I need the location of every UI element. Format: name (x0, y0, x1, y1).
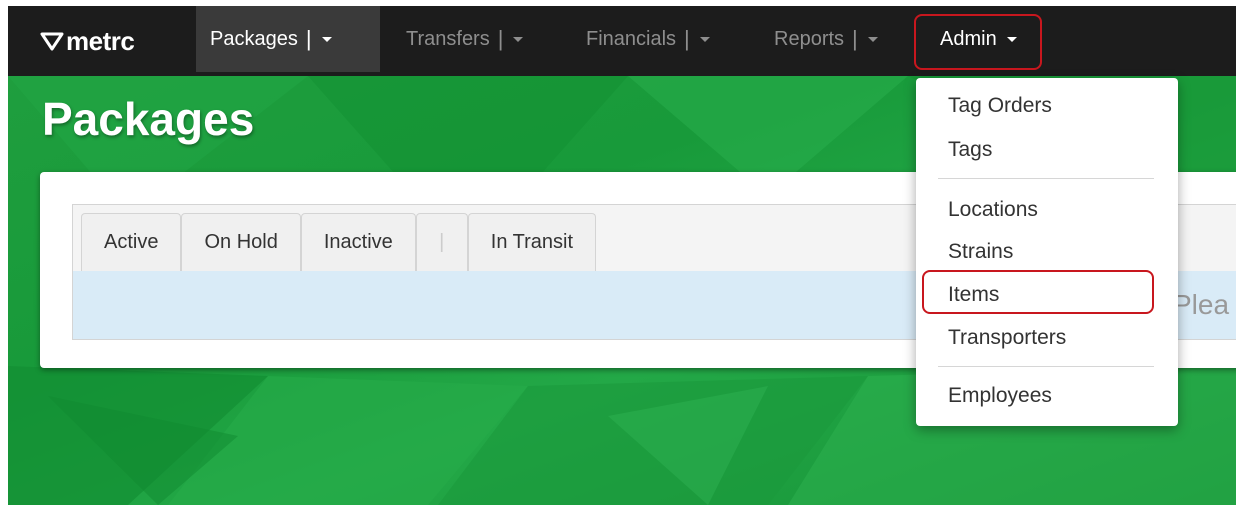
metrc-logo-icon (40, 32, 64, 51)
menu-item-employees[interactable]: Employees (948, 384, 1052, 408)
menu-item-tag-orders[interactable]: Tag Orders (948, 94, 1052, 118)
nav-packages[interactable]: Packages | (196, 6, 380, 72)
nav-separator: | (497, 26, 504, 51)
brand-name: metrc (66, 25, 135, 56)
tab-on-hold[interactable]: On Hold (181, 213, 301, 271)
nav-separator: | (852, 26, 858, 51)
caret-down-icon[interactable] (699, 36, 710, 42)
menu-divider (938, 178, 1154, 179)
menu-divider (938, 366, 1154, 367)
menu-item-tags[interactable]: Tags (948, 138, 992, 162)
tab-bar: Active On Hold Inactive | In Transit (81, 213, 597, 271)
tab-empty[interactable]: | (415, 213, 468, 271)
nav-transfers-label: Transfers (406, 27, 490, 50)
admin-highlight-outline (914, 14, 1042, 70)
menu-item-transporters[interactable]: Transporters (948, 326, 1066, 350)
page-title: Packages (42, 93, 255, 145)
top-navbar: metrc Packages | Transfers | Financials … (8, 6, 1236, 76)
nav-financials-label: Financials (586, 27, 677, 50)
tab-active[interactable]: Active (81, 213, 182, 271)
menu-item-locations[interactable]: Locations (948, 198, 1038, 222)
nav-separator: | (684, 26, 690, 51)
nav-separator: | (305, 26, 312, 51)
items-highlight-outline (922, 270, 1154, 314)
caret-down-icon[interactable] (867, 36, 878, 42)
caret-down-icon[interactable] (513, 36, 524, 42)
admin-dropdown-menu: Tag Orders Tags Locations Strains Items … (916, 78, 1178, 426)
nav-reports-label: Reports (774, 27, 845, 50)
tab-in-transit[interactable]: In Transit (467, 213, 597, 271)
info-message: Plea (1173, 289, 1230, 320)
menu-item-strains[interactable]: Strains (948, 240, 1013, 264)
brand-logo[interactable]: metrc (40, 25, 135, 56)
nav-financials[interactable]: Financials | (572, 6, 754, 72)
nav-transfers[interactable]: Transfers | (392, 6, 562, 72)
nav-reports[interactable]: Reports | (760, 6, 920, 72)
app-frame: metrc Packages | Transfers | Financials … (8, 0, 1236, 505)
nav-packages-label: Packages (210, 27, 298, 50)
tab-inactive[interactable]: Inactive (300, 213, 416, 271)
caret-down-icon[interactable] (321, 36, 332, 42)
